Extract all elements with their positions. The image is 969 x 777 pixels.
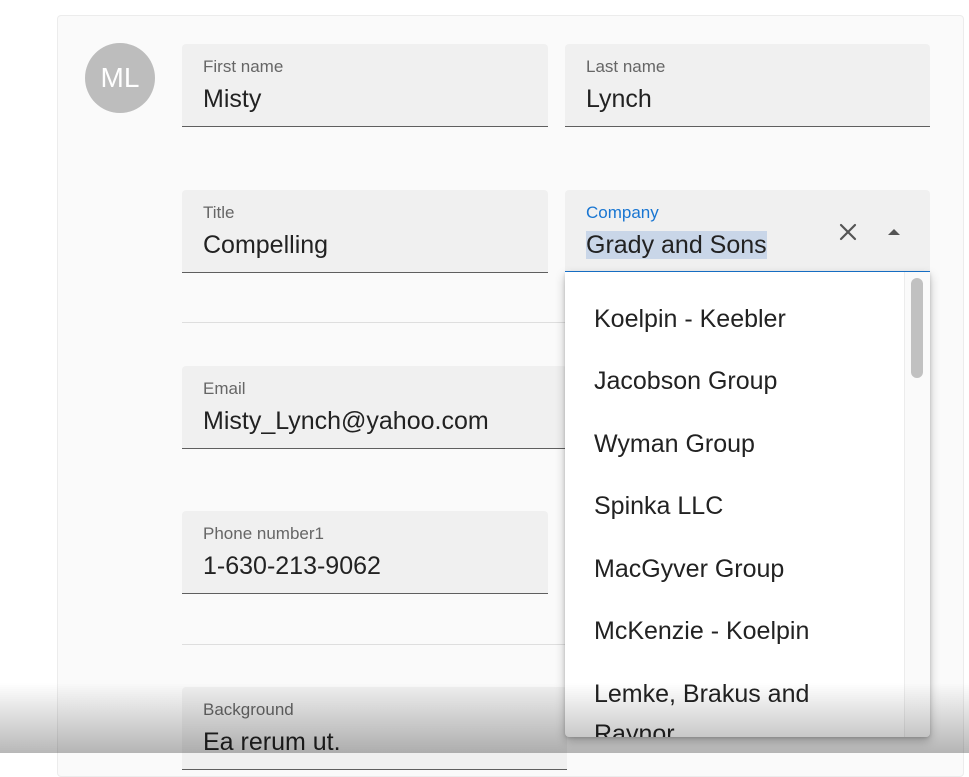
- avatar-initials: ML: [100, 62, 140, 93]
- phone-value: 1-630-213-9062: [203, 552, 381, 580]
- company-option[interactable]: Raynor: [594, 720, 675, 737]
- company-value: Grady and Sons: [586, 231, 767, 259]
- company-option[interactable]: McKenzie - Koelpin: [594, 617, 809, 646]
- company-label: Company: [586, 203, 659, 222]
- first-name-field[interactable]: First name Misty: [182, 44, 548, 127]
- title-value: Compelling: [203, 231, 329, 259]
- phone-field[interactable]: Phone number1 1-630-213-9062: [182, 511, 548, 594]
- section-divider: [182, 644, 567, 645]
- phone-label: Phone number1: [203, 524, 324, 543]
- company-options-list[interactable]: Koelpin - Keebler Jacobson Group Wyman G…: [565, 272, 930, 737]
- email-value: Misty_Lynch@yahoo.com: [203, 407, 489, 435]
- email-label: Email: [203, 379, 246, 398]
- company-input[interactable]: Grady and Sons: [586, 231, 767, 260]
- company-option[interactable]: Lemke, Brakus and: [594, 680, 809, 709]
- first-name-value: Misty: [203, 85, 262, 113]
- background-label: Background: [203, 700, 294, 719]
- last-name-value: Lynch: [586, 85, 652, 113]
- company-option[interactable]: Spinka LLC: [594, 492, 723, 521]
- first-name-label: First name: [203, 57, 284, 76]
- background-field[interactable]: Background Ea rerum ut.: [182, 687, 567, 770]
- company-option[interactable]: Wyman Group: [594, 430, 755, 459]
- section-divider: [182, 322, 567, 323]
- last-name-field[interactable]: Last name Lynch: [565, 44, 930, 127]
- avatar: ML: [85, 43, 155, 113]
- title-field[interactable]: Title Compelling: [182, 190, 548, 273]
- email-field[interactable]: Email Misty_Lynch@yahoo.com: [182, 366, 567, 449]
- company-option[interactable]: MacGyver Group: [594, 555, 784, 584]
- last-name-label: Last name: [586, 57, 666, 76]
- title-label: Title: [203, 203, 235, 222]
- company-option[interactable]: Koelpin - Keebler: [594, 305, 786, 334]
- arrow-up-icon[interactable]: [883, 222, 905, 242]
- dropdown-scroll-thumb[interactable]: [911, 278, 923, 378]
- company-field[interactable]: Company Grady and Sons: [565, 190, 930, 273]
- close-icon[interactable]: [836, 220, 860, 244]
- company-option[interactable]: Jacobson Group: [594, 367, 777, 396]
